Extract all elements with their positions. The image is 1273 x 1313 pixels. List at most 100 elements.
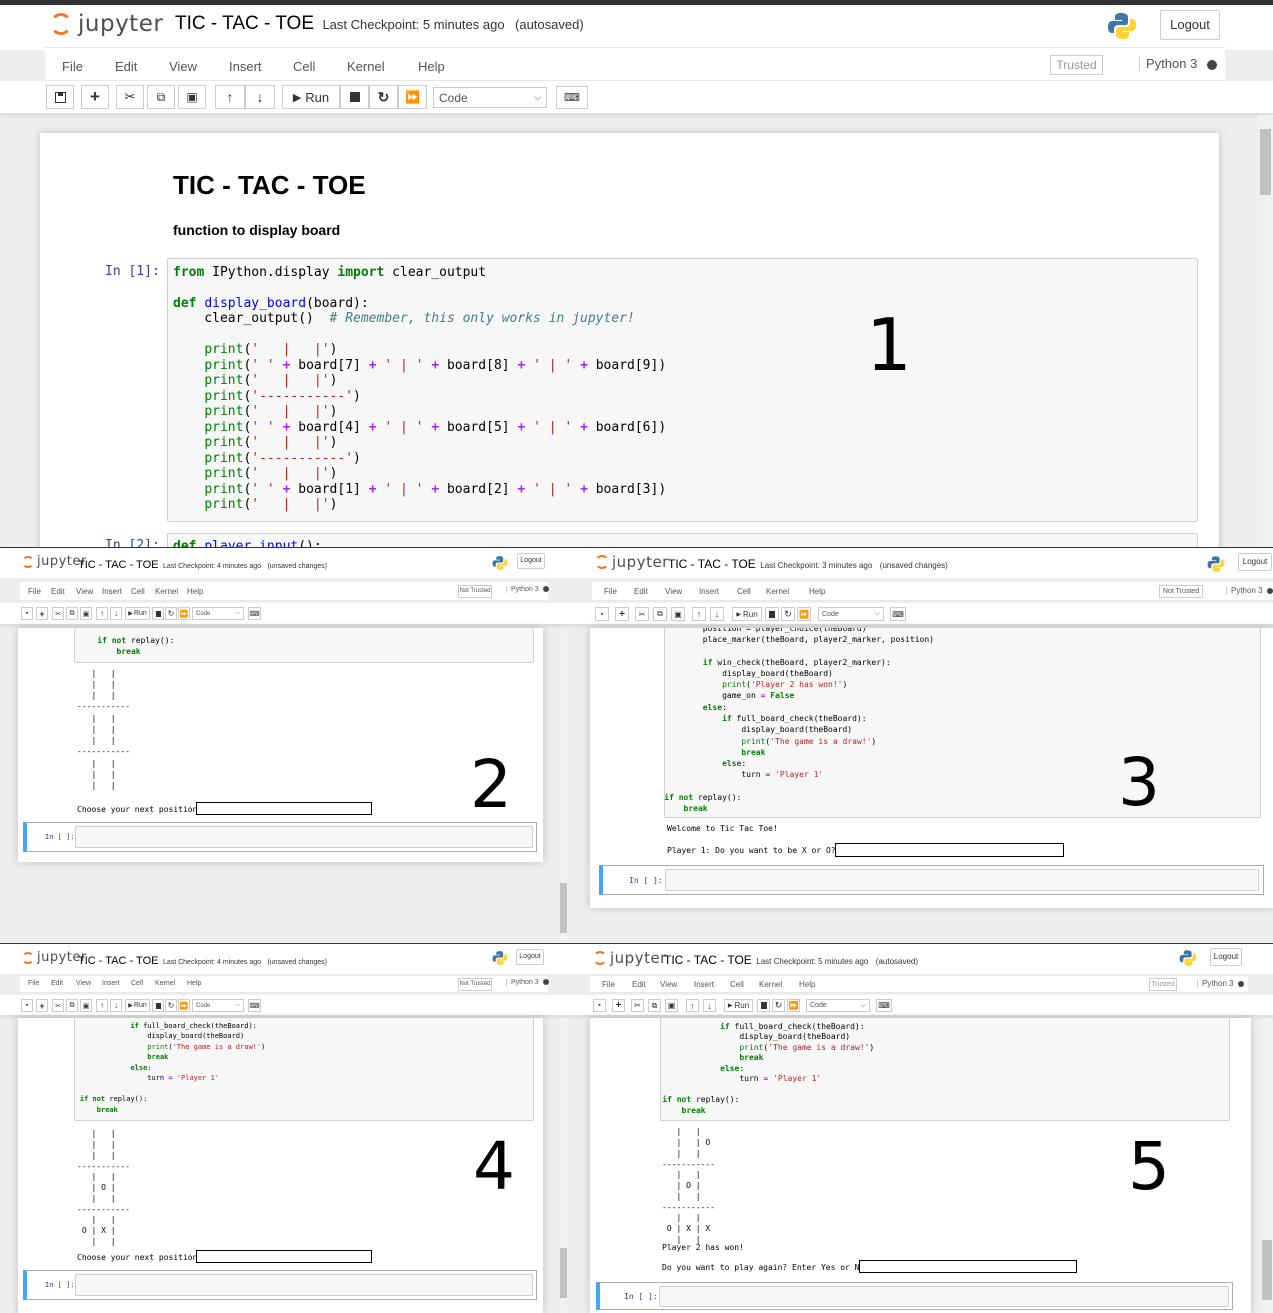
restart-run-all-button[interactable]: ⏩ bbox=[178, 607, 190, 620]
menu-file[interactable]: File bbox=[602, 980, 615, 989]
menu-help[interactable]: Help bbox=[418, 59, 445, 74]
trusted-indicator[interactable]: Not Trusted bbox=[458, 585, 492, 598]
jupyter-logo[interactable]: jupyter bbox=[595, 553, 669, 571]
scrollbar-thumb[interactable] bbox=[560, 1248, 567, 1298]
menu-cell[interactable]: Cell bbox=[293, 59, 315, 74]
insert-cell-button[interactable]: + bbox=[36, 999, 48, 1012]
cut-button[interactable]: ✂ bbox=[635, 607, 649, 621]
cut-button[interactable]: ✂ bbox=[52, 607, 64, 620]
cell-input-area[interactable] bbox=[75, 826, 533, 848]
menu-view[interactable]: View bbox=[76, 980, 91, 987]
notebook-title[interactable]: TIC - TAC - TOE bbox=[175, 13, 314, 34]
copy-button[interactable]: ⧉ bbox=[648, 999, 661, 1012]
menu-file[interactable]: File bbox=[62, 59, 83, 74]
trusted-indicator[interactable]: Trusted bbox=[1149, 978, 1177, 991]
copy-button[interactable]: ⧉ bbox=[653, 607, 667, 621]
logout-button[interactable]: Logout bbox=[1160, 10, 1220, 40]
restart-run-all-button[interactable]: ⏩ bbox=[797, 607, 811, 621]
menu-edit[interactable]: Edit bbox=[51, 980, 63, 987]
cell-type-select[interactable]: Code ⌵ bbox=[192, 999, 244, 1012]
restart-button[interactable]: ↻ bbox=[772, 999, 785, 1012]
code-cell[interactable]: position = player_choice(theBoard) place… bbox=[664, 628, 1261, 818]
save-button[interactable]: ▪ bbox=[595, 607, 609, 621]
scrollbar[interactable] bbox=[559, 628, 568, 943]
answer-input[interactable] bbox=[859, 1260, 1077, 1273]
interrupt-button[interactable] bbox=[340, 85, 369, 109]
command-palette-button[interactable]: ⌨ bbox=[248, 999, 261, 1012]
menu-kernel[interactable]: Kernel bbox=[766, 587, 789, 596]
answer-input[interactable] bbox=[835, 843, 1064, 857]
menu-file[interactable]: File bbox=[604, 587, 617, 596]
notebook-title[interactable]: TIC - TAC - TOE bbox=[664, 953, 752, 967]
run-button[interactable]: ▶ Run bbox=[724, 999, 753, 1012]
menu-view[interactable]: View bbox=[169, 59, 197, 74]
interrupt-button[interactable] bbox=[152, 999, 164, 1012]
restart-run-all-button[interactable]: ⏩ bbox=[178, 999, 190, 1012]
command-palette-button[interactable]: ⌨ bbox=[890, 607, 906, 621]
scrollbar[interactable] bbox=[1261, 1018, 1273, 1313]
cell-input-area[interactable] bbox=[665, 869, 1259, 891]
interrupt-button[interactable] bbox=[765, 607, 779, 621]
code-cell[interactable]: else: if full_board_check(theBoard): dis… bbox=[660, 1018, 1230, 1121]
paste-button[interactable]: ▣ bbox=[80, 999, 92, 1012]
jupyter-logo[interactable]: jupyter bbox=[50, 11, 163, 37]
menu-insert[interactable]: Insert bbox=[694, 980, 714, 989]
move-up-button[interactable]: ↑ bbox=[215, 85, 245, 109]
restart-button[interactable]: ↻ bbox=[781, 607, 795, 621]
command-palette-button[interactable]: ⌨ bbox=[248, 607, 261, 620]
code-cell[interactable]: if not replay(): break bbox=[74, 628, 534, 663]
empty-code-cell[interactable]: In [ ]: bbox=[23, 822, 537, 852]
cell-type-select[interactable]: Code ⌵ bbox=[806, 999, 870, 1012]
paste-button[interactable]: ▣ bbox=[178, 85, 206, 109]
menu-edit[interactable]: Edit bbox=[115, 59, 137, 74]
copy-button[interactable]: ⧉ bbox=[147, 85, 175, 109]
paste-button[interactable]: ▣ bbox=[671, 607, 685, 621]
scrollbar-thumb[interactable] bbox=[1260, 129, 1271, 195]
copy-button[interactable]: ⧉ bbox=[66, 607, 78, 620]
move-down-button[interactable]: ↓ bbox=[110, 607, 122, 620]
cut-button[interactable]: ✂ bbox=[52, 999, 64, 1012]
menu-edit[interactable]: Edit bbox=[634, 587, 648, 596]
trusted-indicator[interactable]: Not Trusted bbox=[1159, 585, 1203, 598]
cell-type-select[interactable]: Code ⌵ bbox=[192, 607, 244, 620]
menu-edit[interactable]: Edit bbox=[632, 980, 646, 989]
move-down-button[interactable]: ↓ bbox=[245, 85, 275, 109]
menu-cell[interactable]: Cell bbox=[131, 980, 143, 987]
restart-button[interactable]: ↻ bbox=[165, 999, 177, 1012]
empty-code-cell[interactable]: In [ ]: bbox=[23, 1270, 537, 1300]
menu-cell[interactable]: Cell bbox=[131, 587, 145, 596]
cell-input-area[interactable] bbox=[75, 1274, 533, 1296]
menu-view[interactable]: View bbox=[76, 587, 93, 596]
menu-insert[interactable]: Insert bbox=[229, 59, 262, 74]
logout-button[interactable]: Logout bbox=[516, 949, 544, 965]
menu-help[interactable]: Help bbox=[799, 980, 815, 989]
save-button[interactable]: ▪ bbox=[21, 607, 33, 620]
insert-cell-button[interactable]: + bbox=[615, 607, 629, 621]
logout-button[interactable]: Logout bbox=[517, 553, 545, 569]
cell-type-select[interactable]: Code ⌵ bbox=[433, 87, 547, 108]
restart-button[interactable]: ↻ bbox=[165, 607, 177, 620]
cut-button[interactable]: ✂ bbox=[116, 85, 144, 109]
menu-kernel[interactable]: Kernel bbox=[155, 587, 178, 596]
restart-button[interactable]: ↻ bbox=[369, 85, 398, 109]
menu-cell[interactable]: Cell bbox=[730, 980, 744, 989]
menu-help[interactable]: Help bbox=[187, 980, 201, 987]
empty-code-cell[interactable]: In [ ]: bbox=[599, 865, 1264, 895]
menu-insert[interactable]: Insert bbox=[102, 587, 122, 596]
trusted-indicator[interactable]: Trusted bbox=[1050, 55, 1103, 75]
menu-kernel[interactable]: Kernel bbox=[347, 59, 385, 74]
run-button[interactable]: ▶ Run bbox=[125, 607, 150, 620]
notebook-title[interactable]: TIC - TAC - TOE bbox=[78, 559, 158, 571]
run-button[interactable]: ▶ Run bbox=[282, 85, 340, 109]
menu-help[interactable]: Help bbox=[809, 587, 825, 596]
save-button[interactable]: ▪ bbox=[593, 999, 606, 1012]
menu-file[interactable]: File bbox=[28, 980, 39, 987]
interrupt-button[interactable] bbox=[152, 607, 164, 620]
menu-kernel[interactable]: Kernel bbox=[759, 980, 782, 989]
command-palette-button[interactable]: ⌨ bbox=[556, 86, 588, 109]
save-button[interactable]: ▪ bbox=[21, 999, 33, 1012]
notebook-title[interactable]: TIC - TAC - TOE bbox=[668, 557, 756, 571]
command-palette-button[interactable]: ⌨ bbox=[876, 999, 892, 1012]
menu-kernel[interactable]: Kernel bbox=[155, 980, 175, 987]
run-button[interactable]: ▶ Run bbox=[125, 999, 150, 1012]
